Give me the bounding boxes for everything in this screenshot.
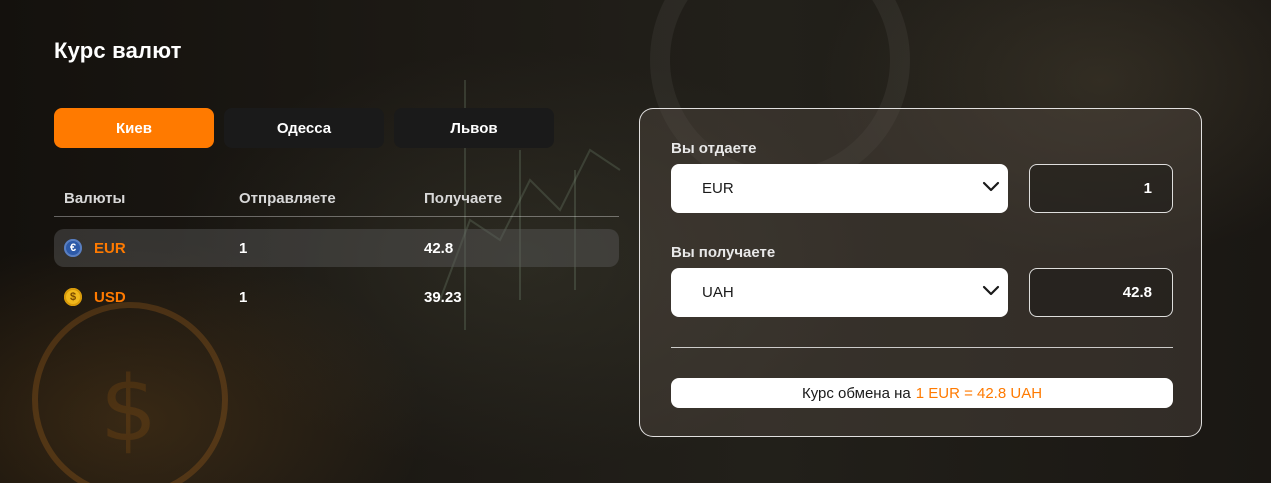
get-amount-output[interactable]: 42.8 [1029, 268, 1173, 317]
get-currency-value: UAH [702, 284, 734, 301]
give-currency-value: EUR [702, 180, 734, 197]
currency-code: USD [94, 288, 126, 306]
send-value: 1 [239, 239, 248, 257]
get-label: Вы получаете [671, 244, 776, 261]
rate-value: 1 EUR = 42.8 UAH [915, 384, 1043, 402]
tab-lviv[interactable]: Львов [394, 108, 554, 148]
city-tabs: Киев Одесса Львов [54, 108, 554, 148]
receive-value: 39.23 [424, 288, 462, 306]
svg-text:$: $ [100, 357, 157, 462]
converter-panel: Вы отдаете EUR 1 Вы получаете UAH 42.8 К… [639, 108, 1202, 437]
header-receive: Получаете [424, 189, 503, 207]
rate-prefix: Курс обмена на [801, 384, 911, 402]
table-row-usd[interactable]: $ USD 1 39.23 [54, 278, 619, 316]
currency-code: EUR [94, 239, 126, 257]
divider [671, 347, 1173, 348]
page-title: Курс валют [54, 38, 182, 63]
dollar-coin-icon: $ [64, 288, 82, 306]
receive-value: 42.8 [424, 239, 454, 257]
exchange-rate-summary: Курс обмена на 1 EUR = 42.8 UAH [671, 378, 1173, 408]
rates-table-header: Валюты Отправляете Получаете [54, 180, 619, 217]
chevron-down-icon [982, 181, 1000, 192]
give-currency-select[interactable]: EUR [671, 164, 1008, 213]
chevron-down-icon [982, 285, 1000, 296]
tab-odessa[interactable]: Одесса [224, 108, 384, 148]
give-amount-input[interactable]: 1 [1029, 164, 1173, 213]
table-row-eur[interactable]: € EUR 1 42.8 [54, 229, 619, 267]
rates-table: Валюты Отправляете Получаете € EUR 1 42.… [54, 180, 619, 316]
tab-kiev[interactable]: Киев [54, 108, 214, 148]
header-currencies: Валюты [64, 189, 126, 207]
euro-coin-icon: € [64, 239, 82, 257]
header-send: Отправляете [239, 189, 336, 207]
get-currency-select[interactable]: UAH [671, 268, 1008, 317]
give-label: Вы отдаете [671, 140, 757, 157]
send-value: 1 [239, 288, 248, 306]
